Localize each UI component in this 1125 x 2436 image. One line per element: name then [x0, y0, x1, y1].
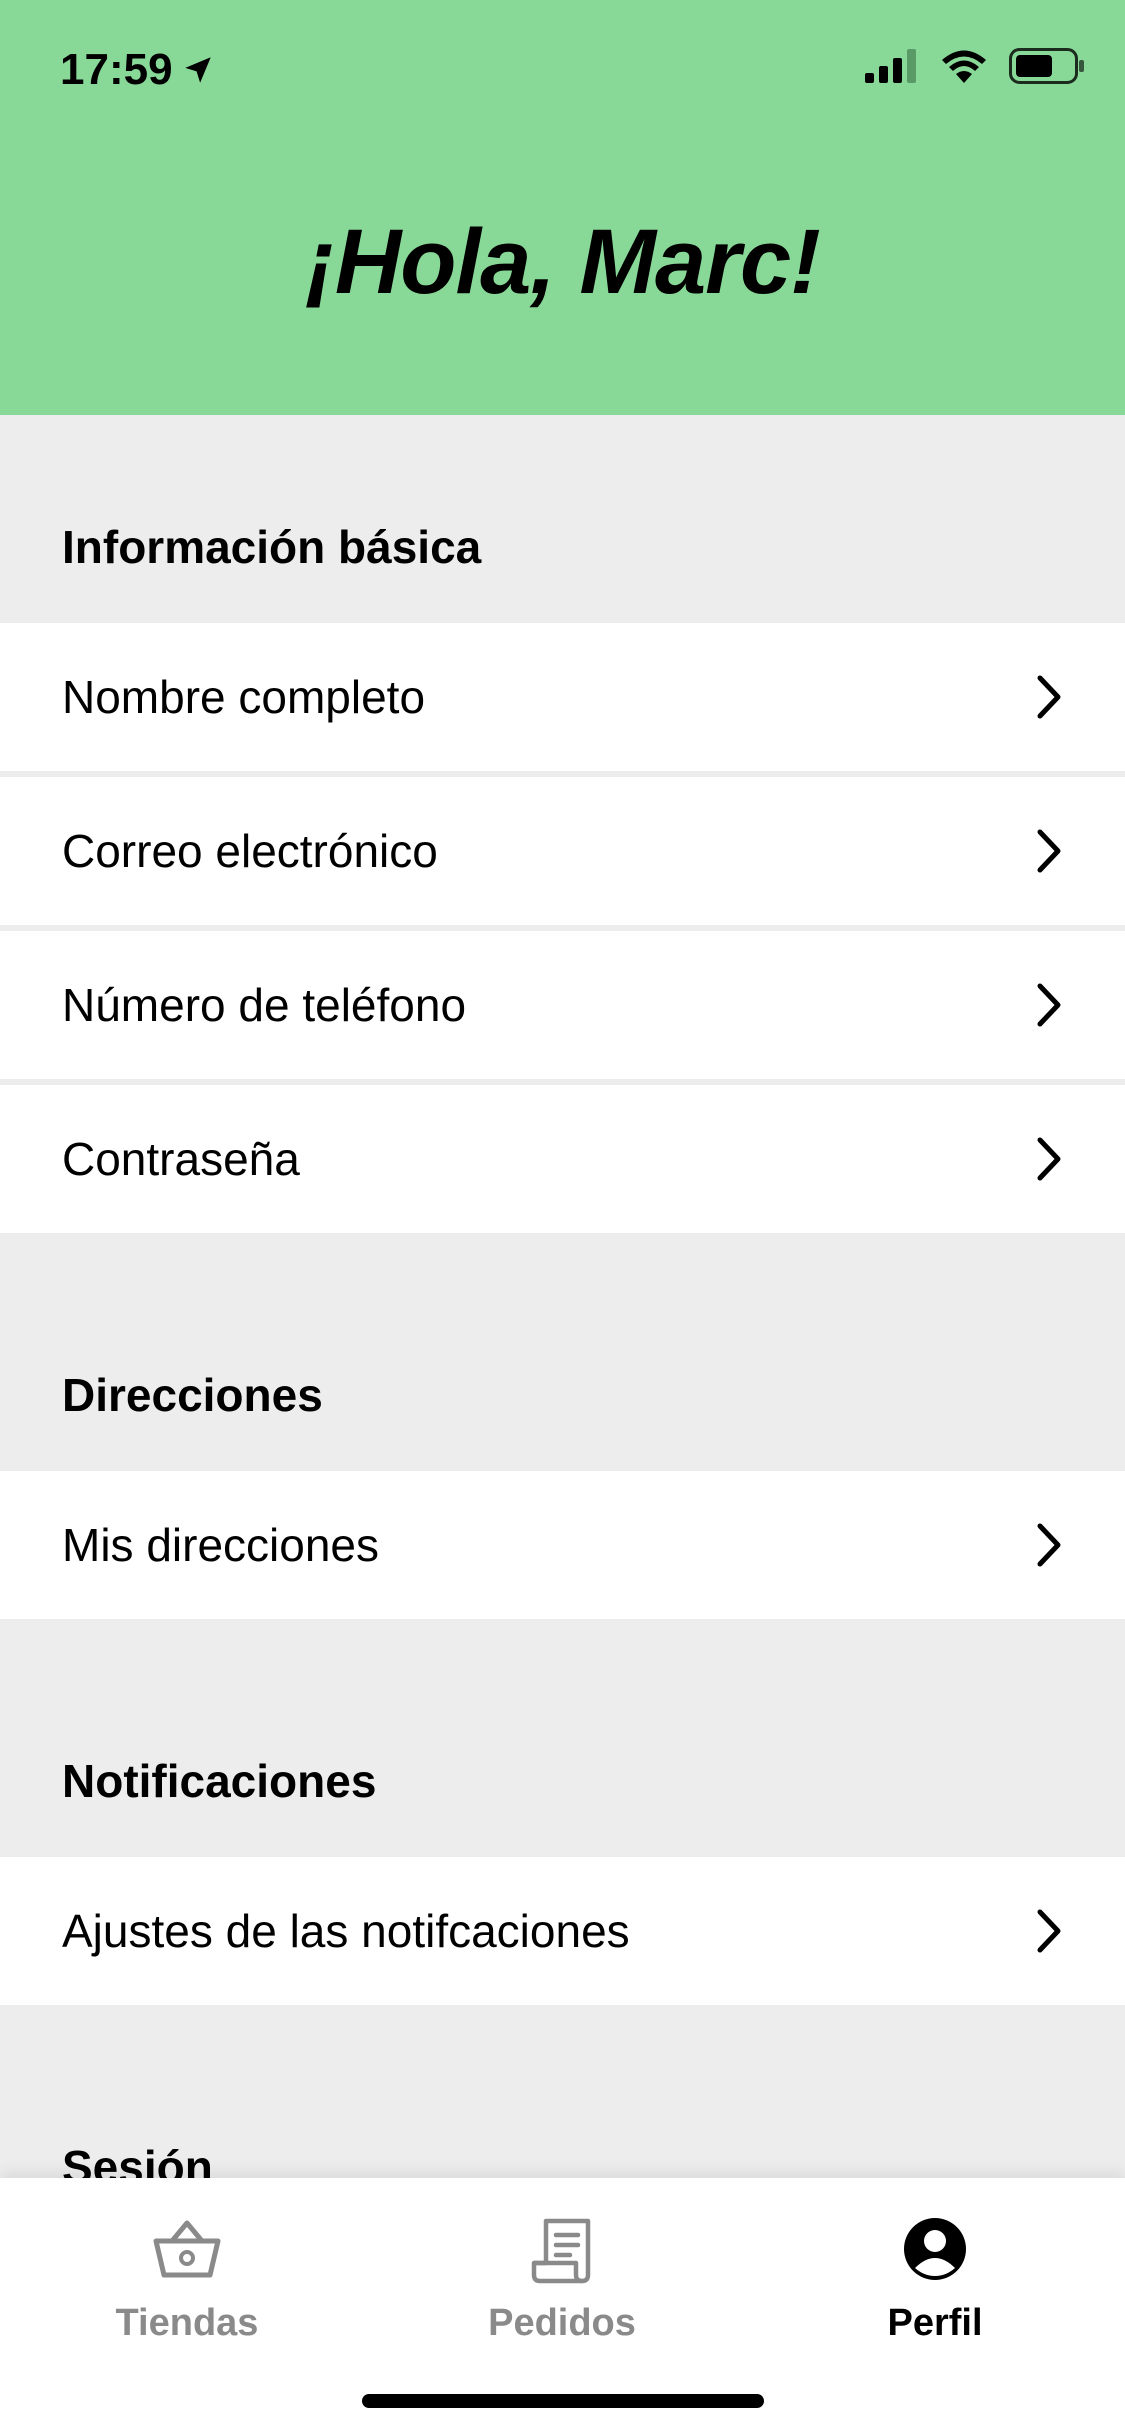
tab-bar: Tiendas Pedidos Perfil [0, 2178, 1125, 2436]
tab-profile[interactable]: Perfil [805, 2210, 1065, 2345]
battery-icon [1009, 48, 1084, 84]
row-notification-settings[interactable]: Ajustes de las notifcaciones [0, 1857, 1125, 2005]
row-email[interactable]: Correo electrónico [0, 777, 1125, 925]
status-bar-time: 17:59 [60, 45, 215, 95]
row-password[interactable]: Contraseña [0, 1085, 1125, 1233]
chevron-right-icon [1037, 675, 1061, 719]
tab-label: Perfil [887, 2302, 983, 2344]
header: 17:59 ¡Hola, Marc! [0, 0, 1125, 415]
row-label: Contraseña [62, 1133, 300, 1185]
basket-icon [153, 2220, 221, 2278]
row-my-addresses[interactable]: Mis direcciones [0, 1471, 1125, 1619]
profile-icon [904, 2218, 966, 2280]
tab-stores[interactable]: Tiendas [57, 2210, 317, 2345]
location-arrow-icon [184, 57, 211, 83]
row-full-name[interactable]: Nombre completo [0, 623, 1125, 771]
cellular-signal-icon [865, 49, 916, 83]
chevron-right-icon [1037, 1909, 1061, 1953]
time-label: 17:59 [60, 45, 173, 94]
row-label: Mis direcciones [62, 1519, 379, 1571]
chevron-right-icon [1037, 829, 1061, 873]
section-title-notifications: Notificaciones [62, 1755, 377, 1807]
status-icons [865, 48, 1085, 84]
row-label: Correo electrónico [62, 825, 438, 877]
row-label: Número de teléfono [62, 979, 467, 1031]
chevron-right-icon [1037, 983, 1061, 1027]
section-title-basic-info: Información básica [62, 521, 482, 573]
row-label: Nombre completo [62, 671, 426, 723]
receipt-icon [531, 2218, 591, 2284]
section-title-addresses: Direcciones [62, 1369, 323, 1421]
chevron-right-icon [1037, 1523, 1061, 1567]
tab-label: Tiendas [115, 2302, 259, 2344]
wifi-icon [942, 50, 986, 83]
row-label: Ajustes de las notifcaciones [62, 1905, 630, 1957]
chevron-right-icon [1037, 1137, 1061, 1181]
tab-label: Pedidos [488, 2302, 636, 2344]
home-indicator[interactable] [362, 2394, 764, 2408]
tab-orders[interactable]: Pedidos [432, 2210, 692, 2345]
greeting-title: ¡Hola, Marc! [305, 211, 821, 313]
row-phone[interactable]: Número de teléfono [0, 931, 1125, 1079]
